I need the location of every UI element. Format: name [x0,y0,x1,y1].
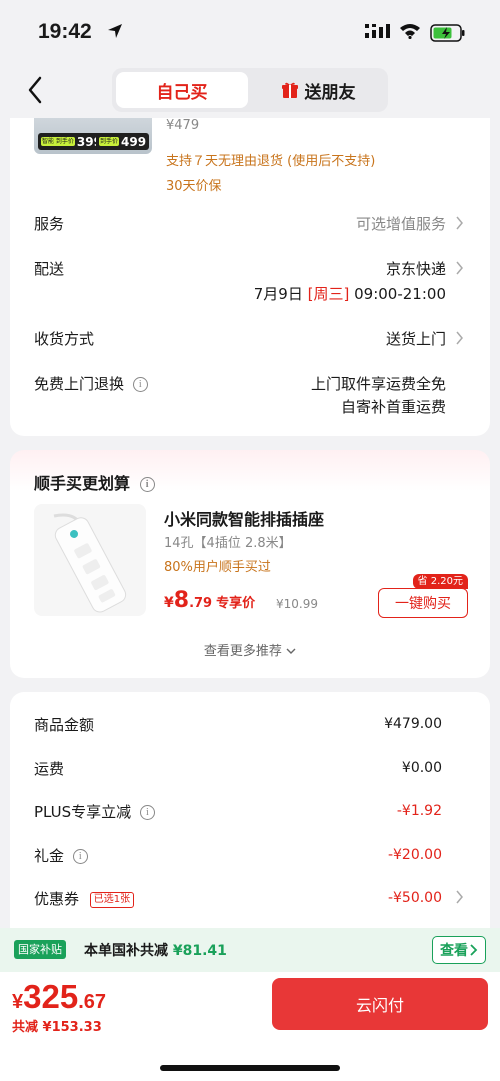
location-arrow-icon [108,24,122,38]
recommend-price: ¥8.79 专享价 [164,588,255,613]
goods-amount-label: 商品金额 [34,716,95,734]
tab-buy-self[interactable]: 自己买 [116,72,248,108]
power-strip-image[interactable] [34,504,146,616]
recommend-title-text: 顺手买更划算 [34,474,131,493]
recommend-original-price: ¥10.99 [276,597,318,611]
chevron-right-icon[interactable] [455,331,464,345]
order-info-card: 智能 到手价 399 到手价 499 ¥479 支持７天无理由退货 (使用后不支… [10,118,490,436]
receive-method-value[interactable]: 送货上门 [386,328,446,349]
home-indicator [160,1065,340,1071]
chevron-right-icon[interactable] [455,890,464,904]
price-summary-card: 商品金额 ¥479.00 运费 ¥0.00 PLUS专享立减 i -¥1.92 … [10,692,490,932]
plus-discount-value: -¥1.92 [396,803,442,819]
thumb-tag-price: 499 [121,134,147,149]
gift-icon [281,82,298,98]
power-strip-illustration [53,513,127,613]
gift-money-text: 礼金 [34,847,65,865]
delivery-schedule[interactable]: 7月9日 [周三] 09:00-21:00 [254,283,446,304]
more-recommend-link[interactable]: 查看更多推荐 [10,640,490,659]
chevron-right-icon [470,944,478,956]
tab-gift-label: 送朋友 [304,82,356,103]
coupon-label[interactable]: 优惠券 已选1张 [34,888,135,909]
national-subsidy-bar: 国家补贴 本单国补共减 ¥81.41 查看 [0,928,500,972]
delivery-label: 配送 [34,260,65,278]
total-decimal: .67 [78,991,106,1013]
product-price: ¥479 [166,118,200,133]
coupon-selected-tag: 已选1张 [89,891,135,908]
free-return-label: 免费上门退换 i [34,373,148,394]
save-badge: 省 2.20元 [412,574,468,589]
info-icon[interactable]: i [72,849,88,864]
more-recommend-text: 查看更多推荐 [203,644,282,659]
thumb-price-tag: 到手价 499 [96,133,150,150]
total-price: ¥325.67 [12,978,106,1016]
info-icon[interactable]: i [139,805,155,820]
coupon-value[interactable]: -¥50.00 [388,890,442,906]
service-label: 服务 [34,215,65,233]
subsidy-label: 本单国补共减 [84,943,168,959]
subsidy-amount: ¥81.41 [172,943,227,959]
gift-money-value: -¥20.00 [387,847,442,863]
cellular-signal-icon [365,24,390,38]
chevron-right-icon[interactable] [455,261,464,275]
price-symbol: ¥ [164,595,174,611]
delivery-weekday: [周三] [307,285,350,303]
info-icon[interactable]: i [139,477,155,492]
recommend-hint: 80%用户顺手买过 [164,560,271,575]
coupon-text: 优惠券 [34,890,80,908]
total-integer: 325 [23,978,79,1015]
subsidy-text: 本单国补共减 ¥81.41 [84,940,227,960]
free-return-text: 免费上门退换 [34,375,125,393]
delivery-date: 7月9日 [253,285,303,303]
thumb-tag-mini-label: 到手价 [99,137,120,146]
gift-money-label: 礼金 i [34,845,88,866]
pay-button[interactable]: 云闪付 [272,978,488,1030]
price-label: 专享价 [216,596,256,611]
purchase-mode-switch: 自己买 送朋友 [112,68,388,112]
subsidy-view-button[interactable]: 查看 [432,936,486,964]
status-bar: 19:42 [0,0,500,62]
plus-discount-label: PLUS专享立减 i [34,801,155,822]
delivery-carrier[interactable]: 京东快递 [386,258,446,279]
delivery-time: 09:00-21:00 [354,285,446,303]
recommend-product-spec: 14孔【4插位 2.8米】 [164,536,292,551]
free-return-line2: 自寄补首重运费 [340,398,446,416]
subsidy-view-label: 查看 [440,943,468,959]
one-click-buy-button[interactable]: 一键购买 [378,588,468,618]
subsidy-tag: 国家补贴 [14,940,66,959]
recommend-product-name[interactable]: 小米同款智能排插插座 [164,506,324,530]
product-thumbnail[interactable]: 智能 到手价 399 到手价 499 [34,118,152,154]
goods-amount-value: ¥479.00 [384,716,442,732]
plus-discount-text: PLUS专享立减 [34,803,132,821]
thumb-price-tag: 智能 到手价 399 [38,133,105,150]
tab-gift-friend[interactable]: 送朋友 [252,72,384,108]
chevron-down-icon [286,648,296,654]
info-icon[interactable]: i [132,377,148,392]
free-return-line1: 上门取件享运费全免 [310,375,446,393]
checkout-bar: ¥325.67 共减 ¥153.33 云闪付 [0,972,500,1081]
price-decimal: .79 [189,596,213,611]
return-policy: 支持７天无理由退货 (使用后不支持) [166,154,376,169]
service-value[interactable]: 可选增值服务 [356,213,446,234]
chevron-right-icon[interactable] [455,216,464,230]
thumb-tag-mini-label: 智能 到手价 [41,137,75,146]
recommend-card: 顺手买更划算 i 小米同款智能排插插座 14孔【4插位 2.8米】 80%用户顺… [10,450,490,678]
total-symbol: ¥ [12,991,24,1013]
shipping-value: ¥0.00 [401,760,442,776]
wifi-icon [400,24,420,39]
back-arrow-icon[interactable] [22,72,50,108]
status-time: 19:42 [38,20,92,43]
price-protection: 30天价保 [166,179,222,194]
nav-bar: 自己买 送朋友 [0,62,500,118]
shipping-label: 运费 [34,760,65,778]
total-discount: 共减 ¥153.33 [12,1020,102,1035]
price-integer: 8 [173,588,190,613]
receive-method-label: 收货方式 [34,330,95,348]
battery-charging-icon [430,24,465,42]
recommend-title: 顺手买更划算 i [34,470,155,494]
